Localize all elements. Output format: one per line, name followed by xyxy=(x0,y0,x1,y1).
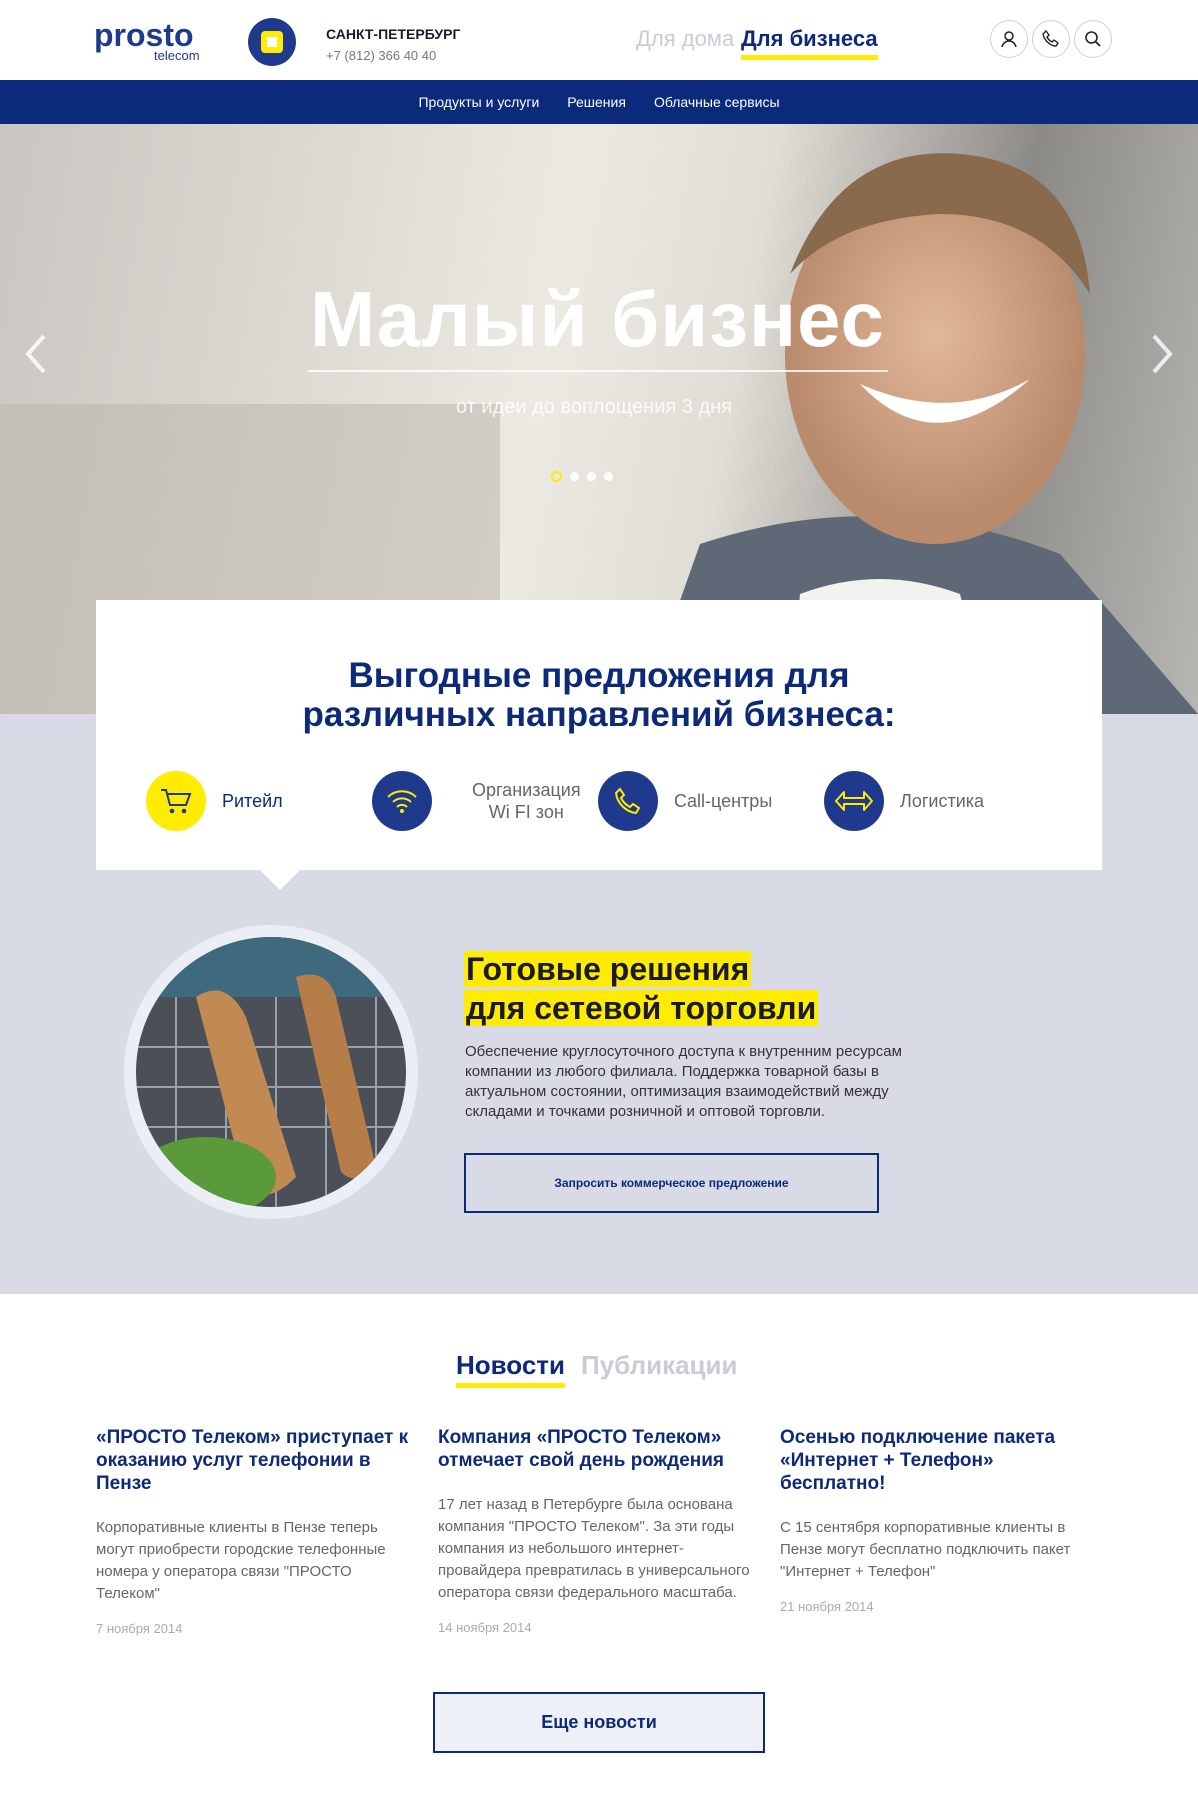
tab-news[interactable]: Новости xyxy=(456,1350,566,1388)
news-text: 17 лет назад в Петербурге была основана … xyxy=(438,1496,750,1601)
news-date: 21 ноября 2014 xyxy=(780,1599,874,1614)
offers-title: Выгодные предложения для различных напра… xyxy=(302,656,896,734)
news-tabs: Новости Публикации xyxy=(456,1350,738,1388)
news-title[interactable]: Осенью подключение пакета «Интернет + Те… xyxy=(780,1426,1096,1495)
news-item: Осенью подключение пакета «Интернет + Те… xyxy=(780,1426,1096,1614)
cart-icon xyxy=(161,789,192,814)
more-news-button[interactable]: Еще новости xyxy=(433,1692,765,1753)
category-logistics[interactable]: Логистика xyxy=(824,770,984,832)
slider-dots xyxy=(551,471,613,482)
news-item: «ПРОСТО Телеком» приступает к оказанию у… xyxy=(96,1426,412,1636)
account-button[interactable] xyxy=(990,20,1028,58)
news-title[interactable]: «ПРОСТО Телеком» приступает к оказанию у… xyxy=(96,1426,412,1495)
category-label: Организация Wi FI зон xyxy=(472,780,581,822)
solution-description: Обеспечение круглосуточного доступа к вн… xyxy=(465,1043,902,1120)
active-category-pointer xyxy=(260,870,300,890)
hero-divider xyxy=(308,370,888,372)
city-selector[interactable]: САНКТ-ПЕТЕРБУРГ xyxy=(326,26,460,42)
svg-text:telecom: telecom xyxy=(154,48,200,63)
news-date: 14 ноября 2014 xyxy=(438,1620,532,1635)
call-button[interactable] xyxy=(1032,20,1070,58)
solution-photo xyxy=(124,925,418,1219)
request-offer-button[interactable]: Запросить коммерческое предложение xyxy=(464,1153,879,1213)
category-label: Логистика xyxy=(900,791,985,811)
slider-dot[interactable] xyxy=(551,471,562,482)
slider-dot[interactable] xyxy=(570,472,579,481)
hero-title: Малый бизнес xyxy=(310,275,885,363)
category-retail[interactable]: Ритейл xyxy=(146,770,283,832)
search-icon xyxy=(1085,31,1101,47)
main-nav: Продукты и услуги Решения Облачные серви… xyxy=(0,80,1198,124)
category-label: Call-центры xyxy=(674,791,773,811)
wifi-icon xyxy=(387,790,417,813)
category-wifi[interactable]: Организация Wi FI зон xyxy=(372,770,581,832)
chevron-right-icon[interactable] xyxy=(1148,324,1178,384)
site-header: prosto telecom САНКТ-ПЕТЕРБУРГ +7 (812) … xyxy=(0,0,1198,80)
nav-item-solutions[interactable]: Решения xyxy=(567,94,626,110)
slider-dot[interactable] xyxy=(587,472,596,481)
header-phone: +7 (812) 366 40 40 xyxy=(326,48,437,63)
news-text: Корпоративные клиенты в Пензе теперь мог… xyxy=(96,1519,386,1602)
bread-image xyxy=(136,937,406,1207)
news-text: С 15 сентября корпоративные клиенты в Пе… xyxy=(780,1519,1071,1580)
category-callcenters[interactable]: Call-центры xyxy=(598,770,772,832)
nav-item-products[interactable]: Продукты и услуги xyxy=(418,94,539,110)
news-title[interactable]: Компания «ПРОСТО Телеком» отмечает свой … xyxy=(438,1426,754,1472)
news-item: Компания «ПРОСТО Телеком» отмечает свой … xyxy=(438,1426,754,1635)
phone-icon xyxy=(614,787,641,815)
category-label: Ритейл xyxy=(222,791,283,811)
slider-dot[interactable] xyxy=(604,472,613,481)
tab-publications[interactable]: Публикации xyxy=(581,1350,737,1388)
offers-card: Выгодные предложения для различных напра… xyxy=(96,600,1102,870)
double-arrow-icon xyxy=(835,791,873,811)
user-icon xyxy=(1001,31,1017,48)
nav-item-cloud[interactable]: Облачные сервисы xyxy=(654,94,780,110)
search-button[interactable] xyxy=(1074,20,1112,58)
chevron-left-icon[interactable] xyxy=(20,324,50,384)
segment-business-link[interactable]: Для бизнеса xyxy=(741,26,878,60)
phone-icon xyxy=(1042,30,1059,47)
news-date: 7 ноября 2014 xyxy=(96,1621,183,1636)
solution-title: Готовые решения для сетевой торговли xyxy=(464,951,819,1026)
hero-subtitle: от идеи до воплощения 3 дня xyxy=(456,396,732,418)
logo[interactable]: prosto telecom xyxy=(94,16,298,68)
segment-home-link[interactable]: Для дома xyxy=(636,26,734,52)
